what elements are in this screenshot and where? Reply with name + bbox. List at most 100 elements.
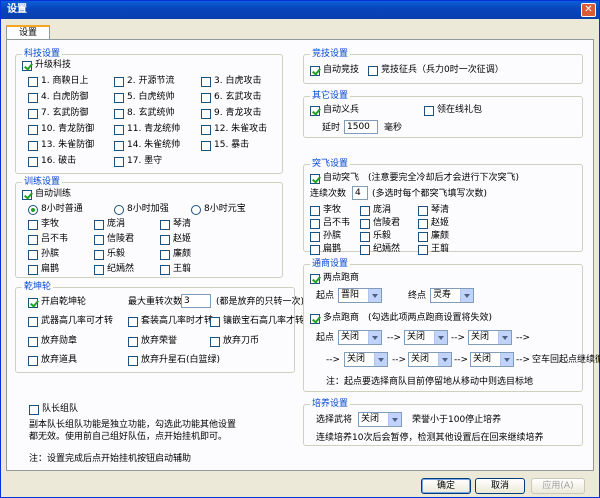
tech-checkbox[interactable]: 13. 朱雀防御: [28, 140, 94, 151]
repeat-count-input[interactable]: 4: [352, 186, 368, 200]
auto-breakthrough-checkbox[interactable]: 自动突飞: [310, 173, 359, 184]
general-label: 廉颇: [431, 231, 450, 241]
auto-arena-checkbox[interactable]: 自动竞技: [310, 65, 359, 76]
cancel-button[interactable]: 取消: [475, 478, 525, 494]
select-general-label: 选择武将: [316, 415, 353, 425]
wheel-option-checkbox[interactable]: 镶嵌宝石高几率才转: [210, 316, 304, 327]
window-title: 设置: [7, 4, 27, 15]
wheel-option-checkbox[interactable]: 套装高几率时才转: [128, 316, 213, 327]
checkbox-label: 自动竞技: [323, 65, 360, 75]
breakthrough-general-checkbox[interactable]: 吕不韦: [310, 218, 350, 229]
multi-point-trade-checkbox[interactable]: 多点跑商: [310, 313, 359, 324]
wheel-option-checkbox[interactable]: 放弃勋章: [28, 336, 77, 347]
auto-volunteer-checkbox[interactable]: 自动义兵: [310, 105, 359, 116]
online-gift-checkbox[interactable]: 领在线礼包: [424, 105, 482, 116]
train-general-checkbox[interactable]: 信陵君: [94, 234, 134, 245]
train-general-checkbox[interactable]: 王翦: [160, 264, 191, 275]
upgrade-tech-checkbox[interactable]: 升级科技: [22, 60, 71, 71]
ok-button[interactable]: 确定: [421, 478, 471, 494]
train-general-checkbox[interactable]: 琴清: [160, 219, 191, 230]
breakthrough-general-checkbox[interactable]: 信陵君: [360, 218, 400, 229]
route-select-3[interactable]: 关闭: [468, 330, 512, 345]
option-label: 套装高几率时才转: [141, 316, 214, 326]
tech-checkbox[interactable]: 7. 玄武防御: [28, 108, 88, 119]
train-general-checkbox[interactable]: 纪嫣然: [94, 264, 134, 275]
tech-checkbox[interactable]: 11. 青龙统帅: [114, 124, 180, 135]
breakthrough-general-checkbox[interactable]: 赵姬: [418, 218, 449, 229]
max-spin-input[interactable]: 3: [181, 294, 211, 308]
wheel-option-checkbox[interactable]: 放弃刀币: [210, 336, 259, 347]
train-general-checkbox[interactable]: 乐毅: [94, 249, 125, 260]
general-select[interactable]: 关闭: [358, 412, 402, 427]
train-general-checkbox[interactable]: 廉颇: [160, 249, 191, 260]
train-general-checkbox[interactable]: 李牧: [28, 219, 59, 230]
train-general-checkbox[interactable]: 孙膑: [28, 249, 59, 260]
enable-wheel-checkbox[interactable]: 开启乾坤轮: [28, 297, 86, 308]
train-general-checkbox[interactable]: 庞涓: [94, 219, 125, 230]
train-general-checkbox[interactable]: 扁鹊: [28, 264, 59, 275]
tufei-title: 突飞设置: [310, 159, 351, 170]
breakthrough-general-checkbox[interactable]: 李牧: [310, 205, 341, 216]
tech-checkbox[interactable]: 3. 白虎攻击: [201, 76, 261, 87]
honor-note: 荣誉小于100停止培养: [412, 415, 502, 425]
tech-checkbox[interactable]: 16. 破击: [28, 156, 76, 167]
general-label: 李牧: [323, 205, 342, 215]
multi-start-label: 起点: [316, 333, 335, 343]
jingji-title: 竞技设置: [310, 49, 351, 60]
train-mode-radio[interactable]: 8小时普通: [28, 204, 83, 215]
tech-checkbox[interactable]: 8. 玄武统帅: [114, 108, 174, 119]
start-select[interactable]: 晋阳: [338, 288, 382, 303]
route-select-4[interactable]: 关闭: [344, 352, 388, 367]
checkbox-label: 自动义兵: [323, 105, 360, 115]
breakthrough-general-checkbox[interactable]: 王翦: [418, 244, 449, 255]
tech-checkbox[interactable]: 2. 开源节流: [114, 76, 174, 87]
tech-checkbox[interactable]: 4. 白虎防御: [28, 92, 88, 103]
route-arrow: -->: [454, 355, 469, 365]
route-select-5[interactable]: 关闭: [408, 352, 452, 367]
breakthrough-general-checkbox[interactable]: 廉颇: [418, 231, 449, 242]
train-general-checkbox[interactable]: 赵姬: [160, 234, 191, 245]
breakthrough-general-checkbox[interactable]: 纪嫣然: [360, 244, 400, 255]
option-label: 放弃道具: [41, 355, 78, 365]
apply-button[interactable]: 应用(A): [531, 478, 585, 494]
qita-group: 其它设置 自动义兵 领在线礼包 延时 1500 毫秒: [303, 91, 583, 138]
tech-checkbox[interactable]: 15. 暴击: [201, 140, 249, 151]
option-label: 放弃勋章: [41, 336, 78, 346]
breakthrough-general-checkbox[interactable]: 琴清: [418, 205, 449, 216]
route-select-6[interactable]: 关闭: [470, 352, 514, 367]
breakthrough-general-checkbox[interactable]: 孙膑: [310, 231, 341, 242]
wheel-option-checkbox[interactable]: 放弃荣誉: [128, 336, 177, 347]
train-mode-radio[interactable]: 8小时加强: [114, 204, 169, 215]
wheel-option-checkbox[interactable]: 放弃升星石(白篮绿): [128, 355, 220, 366]
tech-checkbox[interactable]: 17. 墨守: [114, 156, 162, 167]
train-mode-radio[interactable]: 8小时元宝: [191, 204, 246, 215]
tech-checkbox[interactable]: 14. 朱雀统帅: [114, 140, 180, 151]
tech-checkbox[interactable]: 10. 青龙防御: [28, 124, 94, 135]
auto-train-checkbox[interactable]: 自动训练: [22, 189, 71, 200]
tech-checkbox[interactable]: 12. 朱雀攻击: [201, 124, 267, 135]
route-select-2[interactable]: 关闭: [404, 330, 448, 345]
wheel-option-checkbox[interactable]: 放弃道具: [28, 355, 77, 366]
general-label: 吕不韦: [323, 218, 351, 228]
tech-checkbox[interactable]: 5. 白虎统帅: [114, 92, 174, 103]
tab-settings[interactable]: 设置: [6, 25, 50, 40]
breakthrough-general-checkbox[interactable]: 庞涓: [360, 205, 391, 216]
close-icon: ✕: [584, 4, 593, 15]
arena-recruit-checkbox[interactable]: 竞技征兵（兵力0时一次征调）: [368, 65, 504, 76]
two-point-trade-checkbox[interactable]: 两点跑商: [310, 273, 359, 284]
tech-checkbox[interactable]: 9. 青龙攻击: [201, 108, 261, 119]
tech-checkbox[interactable]: 1. 商鞅日上: [28, 76, 88, 87]
train-general-checkbox[interactable]: 吕不韦: [28, 234, 68, 245]
tech-checkbox[interactable]: 6. 玄武攻击: [201, 92, 261, 103]
delay-input[interactable]: 1500: [344, 120, 378, 134]
team-leader-checkbox[interactable]: 队长组队: [29, 404, 78, 415]
end-select[interactable]: 灵寿: [430, 288, 474, 303]
route-select-1[interactable]: 关闭: [338, 330, 382, 345]
checkbox-label: 开启乾坤轮: [41, 297, 87, 307]
breakthrough-general-checkbox[interactable]: 乐毅: [360, 231, 391, 242]
checkbox-label: 多点跑商: [323, 313, 360, 323]
close-button[interactable]: ✕: [581, 3, 596, 17]
option-label: 放弃刀币: [223, 336, 260, 346]
wheel-option-checkbox[interactable]: 武器高几率可才转: [28, 316, 113, 327]
breakthrough-general-checkbox[interactable]: 扁鹊: [310, 244, 341, 255]
